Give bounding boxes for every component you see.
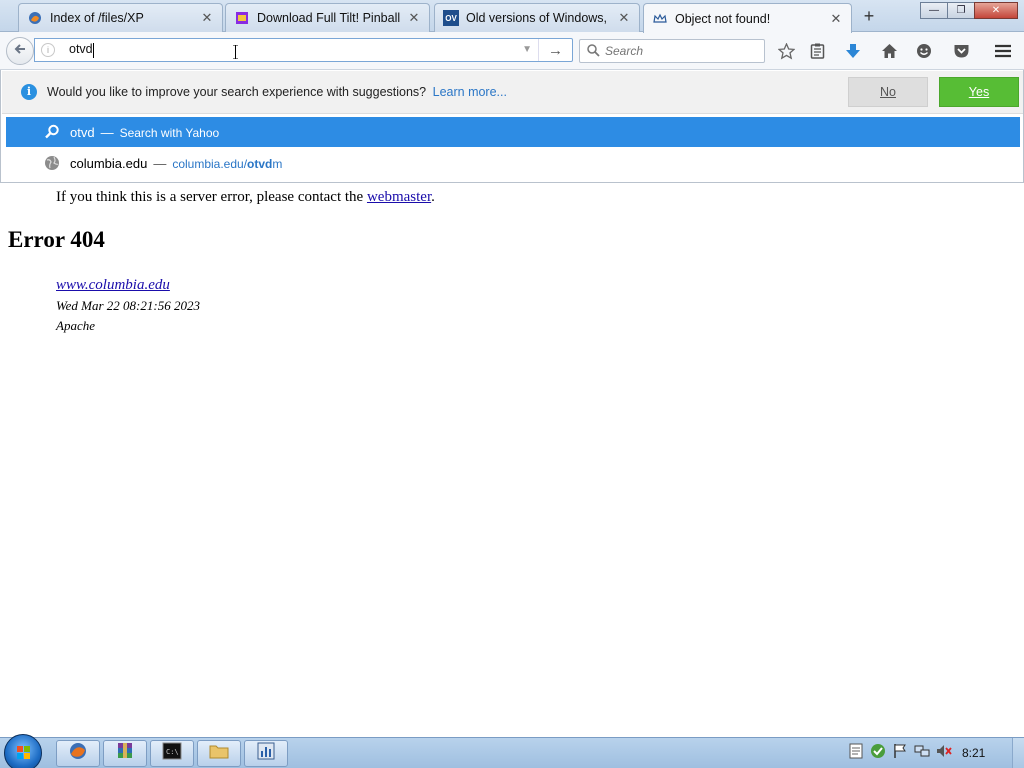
url-prefix: columbia.edu/ xyxy=(172,157,248,171)
text-cursor-icon xyxy=(233,45,238,59)
server-error-text: If you think this is a server error, ple… xyxy=(56,189,364,205)
tab-full-tilt-pinball[interactable]: Download Full Tilt! Pinball ... ✕ xyxy=(225,3,430,32)
suggestion-subtitle: Search with Yahoo xyxy=(119,126,220,140)
opt-in-message: Would you like to improve your search ex… xyxy=(47,85,507,99)
tab-old-versions-of-windows[interactable]: OV Old versions of Windows, ... ✕ xyxy=(434,3,640,32)
menu-hamburger-icon[interactable] xyxy=(992,41,1014,61)
show-desktop-button[interactable] xyxy=(1012,738,1024,768)
tab-label: Old versions of Windows, ... xyxy=(466,11,611,25)
learn-more-link[interactable]: Learn more... xyxy=(433,85,507,99)
suggestion-content: otvd — Search with Yahoo xyxy=(70,125,219,140)
tab-strip: Index of /files/XP ✕ Download Full Tilt!… xyxy=(0,0,1024,33)
maximize-button[interactable]: ❐ xyxy=(947,2,975,19)
volume-muted-icon[interactable] xyxy=(936,743,952,759)
server-address-block: www.columbia.edu Wed Mar 22 08:21:56 202… xyxy=(56,275,200,336)
error-heading: Error 404 xyxy=(8,227,105,252)
site-link[interactable]: www.columbia.edu xyxy=(56,277,170,293)
start-button[interactable] xyxy=(4,734,42,768)
close-icon[interactable]: ✕ xyxy=(617,10,631,26)
screen: Index of /files/XP ✕ Download Full Tilt!… xyxy=(0,0,1024,768)
search-box[interactable] xyxy=(579,39,765,63)
crown-icon xyxy=(652,11,668,27)
server-error-message: If you think this is a server error, ple… xyxy=(56,189,435,206)
tab-object-not-found[interactable]: Object not found! ✕ xyxy=(643,3,852,33)
archive-icon xyxy=(115,741,135,766)
back-arrow-icon xyxy=(13,42,27,61)
search-icon xyxy=(587,44,600,62)
firefox-icon xyxy=(68,741,88,766)
taskbar: C:\ 8:21 xyxy=(0,734,1024,768)
windows-logo-icon xyxy=(17,746,30,759)
taskbar-firefox[interactable] xyxy=(56,740,100,767)
suggestions-opt-in-bar: i Would you like to improve your search … xyxy=(2,71,1023,114)
globe-icon xyxy=(44,155,60,171)
system-clock[interactable]: 8:21 xyxy=(962,746,985,760)
reading-list-icon[interactable] xyxy=(806,41,828,61)
task-manager-icon xyxy=(256,741,276,766)
info-icon: i xyxy=(21,84,37,100)
close-icon[interactable]: ✕ xyxy=(200,10,214,26)
new-tab-button[interactable]: + xyxy=(858,5,880,27)
webmaster-link[interactable]: webmaster xyxy=(367,189,431,205)
window-controls: — ❐ ✕ xyxy=(920,2,1018,19)
period: . xyxy=(431,189,435,205)
search-icon xyxy=(44,124,60,140)
go-arrow-icon[interactable]: → xyxy=(538,39,572,61)
close-window-button[interactable]: ✕ xyxy=(974,2,1018,19)
suggestion-row-search-yahoo[interactable]: otvd — Search with Yahoo xyxy=(6,117,1020,147)
suggestion-row-columbia[interactable]: columbia.edu — columbia.edu/otvdm xyxy=(6,148,1020,178)
taskbar-explorer[interactable] xyxy=(197,740,241,767)
opt-in-text: Would you like to improve your search ex… xyxy=(47,85,427,99)
url-match: otvd xyxy=(247,157,273,171)
back-button[interactable] xyxy=(6,37,34,65)
server-name: Apache xyxy=(56,318,95,333)
hello-chat-icon[interactable] xyxy=(913,41,935,61)
url-bar[interactable]: i ▼ → xyxy=(34,38,573,62)
search-suggestions-popup: i Would you like to improve your search … xyxy=(0,70,1024,183)
ov-icon: OV xyxy=(443,10,459,26)
action-center-flag-icon[interactable] xyxy=(892,743,908,759)
text-caret xyxy=(93,43,94,58)
page-content: If you think this is a server error, ple… xyxy=(0,183,1024,737)
system-tray xyxy=(848,743,952,759)
yes-button[interactable]: Yes xyxy=(939,77,1019,107)
history-dropdown-icon[interactable]: ▼ xyxy=(522,44,532,55)
tab-label: Object not found! xyxy=(675,11,771,26)
site-info-icon[interactable]: i xyxy=(41,43,55,57)
home-icon[interactable] xyxy=(878,41,900,61)
url-input[interactable] xyxy=(69,42,469,56)
svg-text:C:\: C:\ xyxy=(166,748,179,756)
pinball-icon xyxy=(234,10,250,26)
taskbar-winrar[interactable] xyxy=(103,740,147,767)
no-button[interactable]: No xyxy=(848,77,928,107)
bookmark-star-icon[interactable] xyxy=(775,41,797,61)
downloads-icon[interactable] xyxy=(842,41,864,61)
url-suffix: m xyxy=(272,157,283,171)
suggestion-url: columbia.edu/otvdm xyxy=(172,157,282,171)
taskbar-command-prompt[interactable]: C:\ xyxy=(150,740,194,767)
tab-label: Index of /files/XP xyxy=(50,11,144,25)
suggestion-content: columbia.edu — columbia.edu/otvdm xyxy=(70,156,282,171)
folder-icon xyxy=(209,742,229,765)
separator: — xyxy=(100,125,114,140)
notepad-icon[interactable] xyxy=(848,743,864,759)
search-input[interactable] xyxy=(605,44,755,58)
console-icon: C:\ xyxy=(162,742,182,765)
close-icon[interactable]: ✕ xyxy=(407,10,421,26)
close-icon[interactable]: ✕ xyxy=(829,11,843,27)
taskbar-task-manager[interactable] xyxy=(244,740,288,767)
separator: — xyxy=(153,156,167,171)
network-icon[interactable] xyxy=(914,743,930,759)
timestamp: Wed Mar 22 08:21:56 2023 xyxy=(56,298,200,313)
minimize-button[interactable]: — xyxy=(920,2,948,19)
suggestion-title: columbia.edu xyxy=(70,156,148,171)
tab-index-of-files-xp[interactable]: Index of /files/XP ✕ xyxy=(18,3,223,32)
tab-label: Download Full Tilt! Pinball ... xyxy=(257,11,401,25)
firefox-icon xyxy=(27,10,43,26)
suggestion-title: otvd xyxy=(70,125,95,140)
security-shield-icon[interactable] xyxy=(870,743,886,759)
pocket-icon[interactable] xyxy=(950,41,972,61)
